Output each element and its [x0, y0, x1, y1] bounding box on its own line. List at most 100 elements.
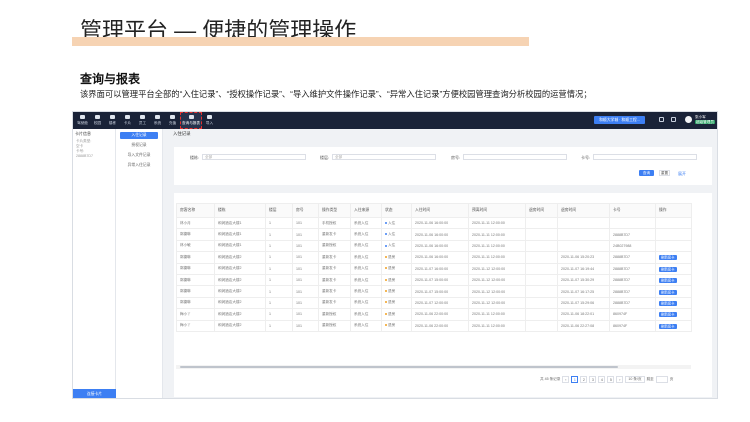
card-input[interactable] — [593, 154, 697, 160]
prev-page-button[interactable]: ‹ — [562, 376, 570, 383]
table-cell: 重新发卡 — [318, 251, 351, 264]
nav-label: 查询与报表 — [182, 120, 200, 125]
card-info-panel: 卡片信息 卡片类型: 空卡 卡号: 2888B7D7 连接卡片 — [73, 129, 116, 398]
table-cell: 2020-11-12 12:00:00 — [468, 285, 526, 298]
table-cell: 24B027988 — [609, 239, 656, 253]
table-cell: 郭婕琳 — [176, 228, 215, 241]
table-row[interactable]: 梅小丫 和润酒店大楼2 1 101 重新授权 系统入住 退房 2020-11-06 22:00… — [176, 319, 692, 332]
page-size-select[interactable]: 10 条/页 — [625, 376, 645, 383]
room-label: 房号: — [451, 155, 461, 160]
top-nav-item[interactable]: 导入 — [202, 112, 217, 129]
table-row[interactable]: 郭婕琳 和润酒店大楼2 1 101 重新发卡 系统入住 退房 2020-11-06 16:00… — [176, 251, 692, 264]
table-cell: 2020-11-06 16:00:00 — [411, 239, 469, 253]
top-nav-item[interactable]: 楼栋 — [105, 112, 120, 129]
message-icon[interactable] — [659, 117, 664, 122]
next-page-button[interactable]: › — [616, 376, 624, 383]
table-row[interactable]: 林小月 和润酒店大楼1 1 101 手机授权 系统入住 入住 2020-11-06 16:00… — [176, 216, 692, 230]
table-cell: 2020-11-06 22:27:08 — [557, 319, 610, 332]
page-button[interactable]: 1 — [571, 376, 579, 383]
user-info[interactable]: 张小军 超级管理员 — [695, 115, 715, 124]
table-row[interactable]: 郭婕琳 和润酒店大楼1 1 101 重新发卡 系统入住 入住 2020-11-06 16:00… — [176, 228, 692, 241]
status-text: 退房 — [388, 300, 396, 305]
table-row[interactable]: 林小敏 和润酒店大楼1 1 101 重新授权 系统入住 入住 2020-11-06 16:00… — [176, 239, 692, 253]
connect-card-button[interactable]: 连接卡片 — [73, 389, 116, 398]
table-cell: 退房 — [381, 262, 412, 275]
table-cell: 和润酒店大楼2 — [214, 251, 266, 264]
status-dot — [385, 255, 387, 258]
nav-label: 驾驶舱 — [77, 120, 88, 125]
refresh-card-button[interactable]: 刷新房卡 — [659, 278, 677, 284]
reset-button[interactable]: 重置 — [659, 170, 670, 176]
table-cell: 重新发卡 — [318, 262, 351, 275]
submenu-item[interactable]: 授权记录 — [120, 142, 158, 149]
tab-check-in-records[interactable]: 入住记录 — [169, 129, 195, 139]
app-screenshot: 驾驶舱 校园 楼栋 卡片 员工 系统 充值 查询与报表 导入 和顺大学城 · 和顺工程... 张… — [72, 111, 718, 399]
table-cell: 退房 — [381, 285, 412, 298]
table-cell: 郭婕琳 — [176, 262, 215, 275]
table-cell: 2888B7D7 — [609, 285, 656, 298]
table-cell: 重新授权 — [318, 239, 351, 253]
table-cell: 2020-11-11 12:00:00 — [468, 239, 526, 253]
table-cell — [655, 216, 692, 230]
table-cell: 2020-11-11 12:00:00 — [468, 319, 526, 332]
table-cell: 重新发卡 — [318, 285, 351, 298]
table-cell: 刷新房卡 — [655, 285, 692, 298]
refresh-card-button[interactable]: 刷新房卡 — [659, 300, 677, 306]
status-text: 退房 — [388, 323, 396, 328]
table-cell: 手机授权 — [318, 216, 351, 230]
table-header-cell: 操作类型 — [318, 203, 351, 218]
top-nav-item[interactable]: 驾驶舱 — [75, 112, 90, 129]
refresh-card-button[interactable]: 刷新房卡 — [659, 255, 677, 261]
page-button[interactable]: 2 — [580, 376, 588, 383]
refresh-card-button[interactable]: 刷新房卡 — [659, 289, 677, 295]
card-no-value: 2888B7D7 — [76, 154, 93, 158]
table-cell: 2020-11-06 15:20:23 — [557, 251, 610, 264]
table-row[interactable]: 郭婕琳 和润酒店大楼2 1 101 重新发卡 系统入住 退房 2020-11-07 15:00… — [176, 285, 692, 298]
refresh-card-button[interactable]: 刷新房卡 — [659, 323, 677, 329]
scrollbar-thumb[interactable] — [180, 366, 618, 368]
submenu-item[interactable]: 导入文件记录 — [120, 152, 158, 159]
table-header-cell: 入住时间 — [411, 203, 469, 218]
refresh-card-button[interactable]: 刷新房卡 — [659, 312, 677, 318]
avatar[interactable] — [685, 116, 692, 123]
page-button[interactable]: 3 — [589, 376, 597, 383]
school-select[interactable]: 和顺大学城 · 和顺工程... — [594, 116, 645, 124]
table-row[interactable]: 郭婕琳 和润酒店大楼2 1 101 重新发卡 系统入住 退房 2020-11-07 12:00… — [176, 296, 692, 310]
top-nav-item[interactable]: 充值 — [165, 112, 180, 129]
goto-input[interactable] — [655, 376, 668, 383]
refresh-card-button[interactable]: 刷新房卡 — [659, 266, 677, 272]
expand-link[interactable]: 展开 — [678, 171, 686, 177]
page-button[interactable]: 5 — [607, 376, 615, 383]
table-cell: 101 — [292, 251, 319, 264]
query-button[interactable]: 查询 — [639, 170, 654, 176]
top-nav-item[interactable]: 卡片 — [120, 112, 135, 129]
sub-menu: 入住记录授权记录导入文件记录 异常入住记录 — [116, 129, 163, 398]
page-button[interactable]: 4 — [598, 376, 606, 383]
table-cell: 2020-11-07 16:17:25 — [557, 285, 610, 298]
nav-label: 系统 — [153, 120, 162, 125]
settings-icon[interactable] — [671, 117, 676, 122]
table-cell: 林小月 — [176, 216, 215, 230]
top-nav-item[interactable]: 系统 — [150, 112, 165, 129]
top-nav-item[interactable]: 查询与报表 — [180, 112, 202, 129]
table-cell — [525, 308, 558, 321]
pagination: 共 45 条记录 ‹ 1 2 3 4 5 › 10 条/页 跳至 页 — [540, 376, 673, 383]
nav-label: 充值 — [168, 120, 177, 125]
table-row[interactable]: 郭婕琳 和润酒店大楼2 1 101 重新发卡 系统入住 退房 2020-11-07 15:00… — [176, 273, 692, 287]
table-row[interactable]: 梅小丫 和润酒店大楼2 1 101 重新授权 系统入住 退房 2020-11-06 22:00… — [176, 308, 692, 321]
table-cell — [525, 262, 558, 275]
submenu-item[interactable]: 异常入住记录 — [120, 162, 158, 169]
table-cell: 退房 — [381, 319, 412, 332]
top-nav-item[interactable]: 员工 — [135, 112, 150, 129]
table-cell: 2888B7D7 — [609, 262, 656, 275]
horizontal-scrollbar[interactable] — [176, 365, 691, 369]
building-select[interactable]: 全部 — [202, 154, 306, 160]
table-cell: 2020-11-11 12:00:00 — [468, 251, 526, 264]
top-nav-item[interactable]: 校园 — [90, 112, 105, 129]
floor-select[interactable]: 全部 — [332, 154, 436, 160]
nav-icon — [125, 115, 130, 120]
table-row[interactable]: 郭婕琳 和润酒店大楼2 1 101 重新发卡 系统入住 退房 2020-11-07 16:00… — [176, 262, 692, 275]
room-input[interactable] — [463, 154, 567, 160]
nav-label: 卡片 — [123, 120, 132, 125]
submenu-item[interactable]: 入住记录 — [120, 132, 158, 139]
